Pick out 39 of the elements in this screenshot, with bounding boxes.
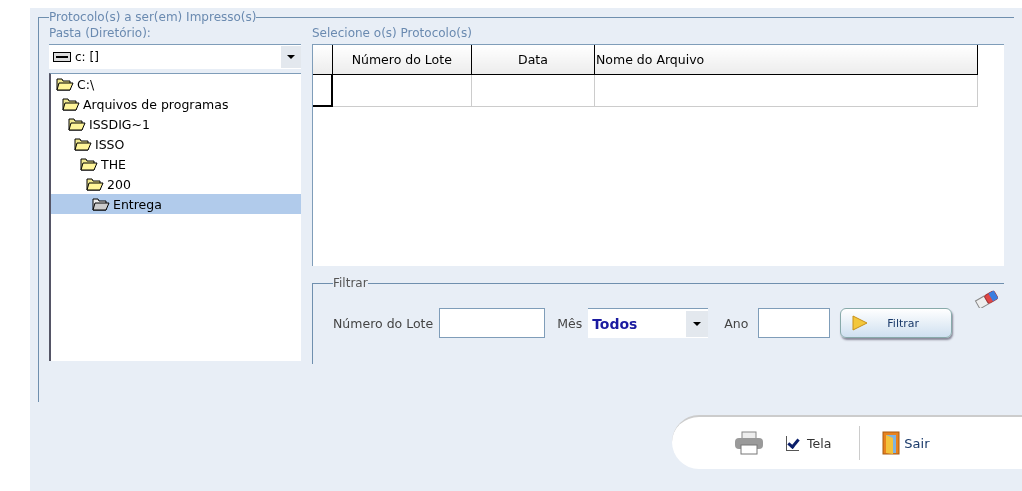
row-indicator-header: [313, 45, 332, 75]
folder-item[interactable]: C:\: [51, 74, 301, 94]
drive-icon: [53, 52, 71, 62]
folder-icon: [62, 97, 80, 111]
folder-item[interactable]: THE: [51, 154, 301, 174]
door-icon: [882, 431, 903, 455]
month-label: Mês: [557, 315, 583, 331]
folder-icon: [86, 177, 104, 191]
play-icon: [851, 315, 870, 331]
column-header[interactable]: Data: [471, 45, 595, 75]
group-title: Protocolo(s) a ser(em) Impresso(s): [49, 10, 257, 24]
folder-item[interactable]: ISSDIG~1: [51, 114, 301, 134]
folder-icon: [80, 157, 98, 171]
month-dropdown[interactable]: Todos: [588, 308, 709, 338]
eraser-icon[interactable]: [974, 290, 1000, 308]
column-header[interactable]: Nome do Arquivo: [594, 45, 978, 75]
exit-button[interactable]: Sair: [882, 431, 930, 455]
folder-icon: [74, 137, 92, 151]
drive-value: c: []: [75, 50, 100, 64]
row-indicator[interactable]: [313, 74, 332, 106]
lote-label: Número do Lote: [333, 315, 434, 331]
printer-icon[interactable]: [734, 431, 764, 455]
folder-item[interactable]: Arquivos de programas: [51, 94, 301, 114]
folder-item[interactable]: 200: [51, 174, 301, 194]
folder-label: Pasta (Diretório):: [49, 25, 152, 42]
protocols-label: Selecione o(s) Protocolo(s): [312, 25, 473, 42]
year-input[interactable]: [758, 308, 831, 338]
column-header[interactable]: Número do Lote: [332, 45, 472, 75]
folder-icon: [92, 197, 110, 211]
drive-dropdown[interactable]: c: []: [49, 44, 301, 69]
folder-item[interactable]: ISSO: [51, 134, 301, 154]
tela-checkbox[interactable]: Tela: [786, 435, 832, 451]
folder-icon: [68, 117, 86, 131]
folder-icon: [56, 77, 74, 91]
year-label: Ano: [724, 315, 749, 331]
folder-item[interactable]: Entrega: [51, 194, 301, 214]
filter-title: Filtrar: [333, 276, 368, 290]
filter-button[interactable]: Filtrar: [840, 308, 953, 338]
lote-input[interactable]: [439, 308, 546, 338]
